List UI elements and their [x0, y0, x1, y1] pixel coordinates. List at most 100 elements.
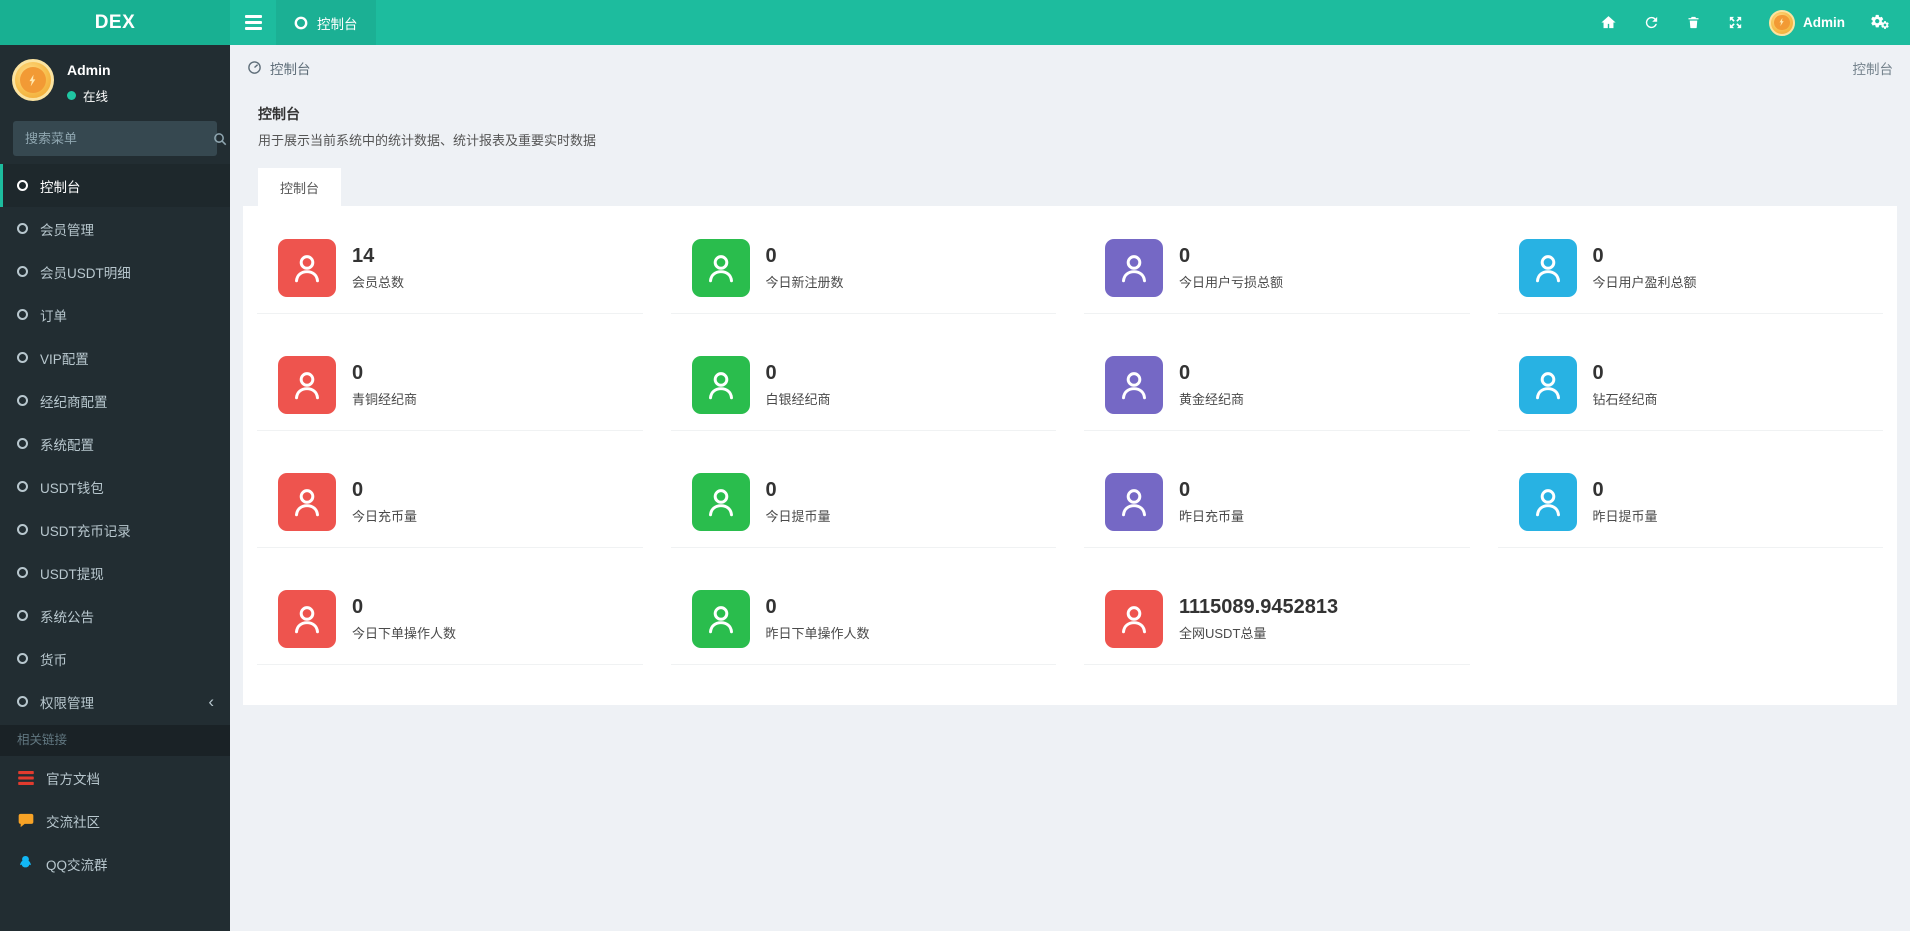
- trash-button[interactable]: [1673, 0, 1714, 45]
- topbar-tab-console[interactable]: 控制台: [276, 0, 376, 45]
- tab-console[interactable]: 控制台: [258, 168, 342, 206]
- stat-text: 0 今日提币量: [766, 479, 831, 525]
- sidebar-item-console[interactable]: 控制台: [0, 164, 230, 207]
- stat-text: 0 昨日提币量: [1593, 479, 1658, 525]
- refresh-icon: [1645, 16, 1658, 29]
- lightning-icon: [29, 74, 36, 86]
- circle-icon: [17, 481, 28, 492]
- menu-item-label: 系统公告: [40, 609, 94, 625]
- home-icon: [1601, 16, 1616, 29]
- breadcrumb: 控制台 控制台: [230, 45, 1910, 90]
- user-icon: [295, 606, 319, 634]
- menu-item-label: 权限管理: [40, 695, 94, 711]
- fullscreen-button[interactable]: [1714, 0, 1757, 45]
- dashboard-gauge-icon: [248, 61, 261, 74]
- stat-card-yesterday-order-users: 0 昨日下单操作人数: [670, 590, 1056, 665]
- search-icon: [214, 132, 227, 145]
- stat-value: 0: [1592, 479, 1604, 501]
- cogs-icon: [1871, 14, 1889, 29]
- menu-item-label: 订单: [40, 308, 67, 324]
- app-root: DEX 控制台 Admin Admin 在线 搜索菜单 控制台 会员管理 会员U…: [0, 0, 1910, 931]
- sidebar-item-broker-config[interactable]: 经纪商配置: [0, 379, 230, 422]
- stat-text: 0 昨日下单操作人数: [766, 596, 870, 642]
- stat-label: 昨日充币量: [1179, 509, 1245, 524]
- circle-icon: [17, 309, 28, 320]
- menu-item-label: VIP配置: [40, 351, 89, 367]
- tab-content: 14 会员总数 0 今日新注册数 0 今日用户亏损总额 0 今日用户盈利总额 0…: [243, 206, 1897, 705]
- stat-card-yesterday-withdraw-volume: 0 昨日提币量: [1497, 473, 1883, 548]
- sidebar-item-currency[interactable]: 货币: [0, 637, 230, 680]
- user-icon-badge: [1518, 356, 1577, 414]
- settings-button[interactable]: [1857, 0, 1902, 45]
- stat-text: 0 青铜经纪商: [352, 362, 417, 408]
- circle-icon: [17, 223, 28, 234]
- stat-label: 会员总数: [352, 275, 405, 290]
- panel-heading: 控制台 用于展示当前系统中的统计数据、统计报表及重要实时数据 控制台: [243, 90, 1897, 206]
- sidebar-item-usdt-withdraw[interactable]: USDT提现: [0, 551, 230, 594]
- circle-icon: [17, 610, 28, 621]
- topbar-actions: Admin: [1587, 0, 1910, 45]
- sidebar-links: 官方文档 交流社区 QQ交流群: [0, 756, 230, 885]
- stat-text: 0 昨日充币量: [1179, 479, 1244, 525]
- topbar-user-menu[interactable]: Admin: [1757, 9, 1857, 36]
- menu-search-input[interactable]: [13, 131, 213, 146]
- user-icon-badge: [691, 590, 750, 648]
- sidebar-item-system-config[interactable]: 系统配置: [0, 422, 230, 465]
- breadcrumb-right-label[interactable]: 控制台: [1853, 58, 1894, 78]
- breadcrumb-label: 控制台: [270, 61, 311, 77]
- stat-label: 全网USDT总量: [1179, 626, 1267, 641]
- user-icon-badge: [1105, 239, 1163, 297]
- sidebar-item-permissions[interactable]: 权限管理 ‹: [0, 680, 230, 723]
- user-icon: [295, 255, 319, 283]
- menu-item-label: 会员USDT明细: [40, 265, 131, 281]
- user-icon: [295, 489, 319, 517]
- sidebar-item-members[interactable]: 会员管理: [0, 207, 230, 250]
- brand-logo[interactable]: DEX: [0, 0, 230, 45]
- lightning-icon: [1779, 18, 1784, 27]
- stat-text: 0 黄金经纪商: [1179, 362, 1244, 408]
- stat-text: 1115089.9452813 全网USDT总量: [1179, 596, 1338, 642]
- sidebar-item-vip-config[interactable]: VIP配置: [0, 336, 230, 379]
- user-icon-badge: [278, 356, 336, 414]
- stat-value: 0: [1179, 479, 1191, 501]
- sidebar-link-official-docs[interactable]: 官方文档: [0, 756, 230, 799]
- stat-value: 14: [352, 245, 375, 267]
- main-content: 控制台 控制台 控制台 用于展示当前系统中的统计数据、统计报表及重要实时数据 控…: [230, 45, 1910, 931]
- circle-icon: [17, 438, 28, 449]
- stat-label: 今日新注册数: [765, 275, 844, 290]
- circle-icon: [17, 524, 28, 535]
- stat-label: 昨日提币量: [1592, 509, 1658, 524]
- panel-tabs: 控制台: [258, 168, 1882, 206]
- online-dot-icon: [67, 91, 76, 100]
- sidebar-toggle-button[interactable]: [230, 0, 276, 45]
- sidebar-item-announcements[interactable]: 系统公告: [0, 594, 230, 637]
- refresh-button[interactable]: [1630, 0, 1673, 45]
- stat-value: 1115089.9452813: [1179, 596, 1339, 618]
- sidebar-item-usdt-deposit-records[interactable]: USDT充币记录: [0, 508, 230, 551]
- topbar: DEX 控制台 Admin: [0, 0, 1910, 45]
- qq-penguin-icon: [20, 856, 31, 868]
- stat-value: 0: [1592, 362, 1604, 384]
- home-button[interactable]: [1587, 0, 1630, 45]
- online-status-label: 在线: [83, 90, 109, 104]
- sidebar-link-community[interactable]: 交流社区: [0, 799, 230, 842]
- circle-icon: [17, 653, 28, 664]
- sidebar-item-orders[interactable]: 订单: [0, 293, 230, 336]
- sidebar-item-usdt-wallet[interactable]: USDT钱包: [0, 465, 230, 508]
- hamburger-icon: [244, 15, 262, 30]
- user-icon: [295, 372, 319, 400]
- topbar-user-name: Admin: [1803, 15, 1845, 30]
- sidebar-user-panel: Admin 在线: [0, 45, 230, 113]
- user-icon-badge: [278, 473, 336, 531]
- stat-value: 0: [765, 245, 777, 267]
- search-submit-button[interactable]: [213, 132, 227, 146]
- stat-label: 今日用户盈利总额: [1592, 275, 1697, 290]
- sidebar-link-qq-group[interactable]: QQ交流群: [0, 842, 230, 885]
- stat-card-today-order-users: 0 今日下单操作人数: [257, 590, 643, 665]
- sidebar-item-member-usdt-detail[interactable]: 会员USDT明细: [0, 250, 230, 293]
- sidebar-link-label: QQ交流群: [46, 857, 108, 873]
- stat-card-total-members: 14 会员总数: [257, 239, 643, 314]
- menu-item-label: 会员管理: [40, 222, 94, 238]
- user-icon: [1535, 372, 1560, 400]
- sidebar: Admin 在线 控制台 会员管理: [0, 45, 230, 931]
